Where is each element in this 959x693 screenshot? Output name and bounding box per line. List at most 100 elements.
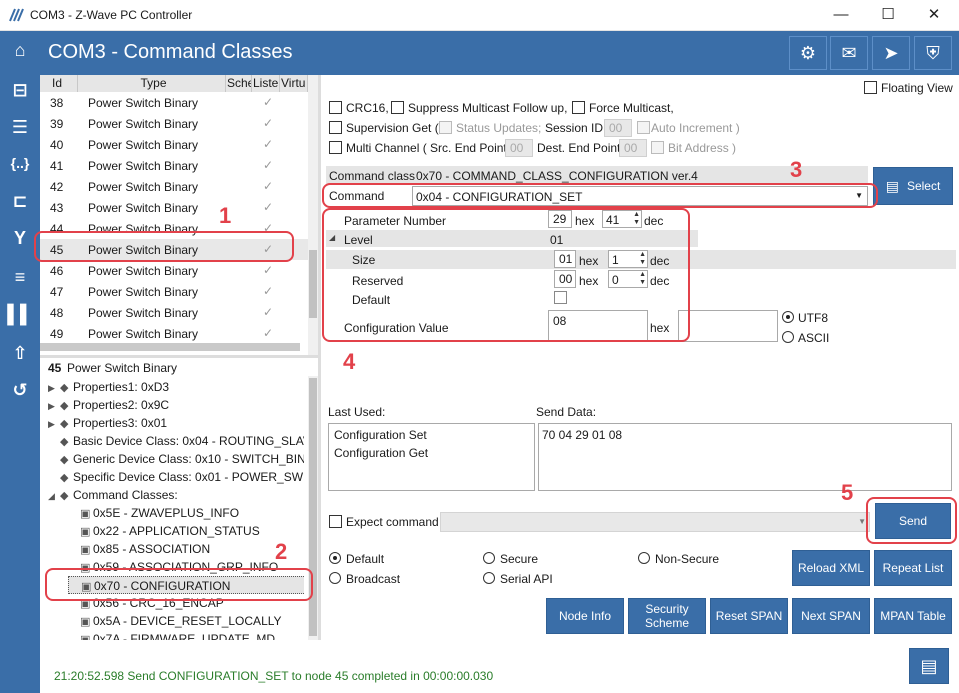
config-value-text-input[interactable] — [678, 310, 778, 342]
shield-icon[interactable]: ⛨ — [914, 36, 952, 70]
page-header: COM3 - Command Classes ⚙ ✉ ➤ ⛨ — [40, 31, 959, 75]
expect-command-checkbox[interactable] — [329, 515, 342, 528]
upload-icon[interactable]: ⇧ — [4, 337, 36, 369]
command-class-label: Command class — [329, 169, 416, 183]
row-type: Power Switch Binary — [88, 159, 199, 173]
expand-arrow-icon[interactable]: ◢ — [48, 487, 60, 504]
history-icon[interactable]: ↺ — [4, 374, 36, 406]
crc16-checkbox[interactable] — [329, 101, 342, 114]
utf8-radio[interactable] — [782, 311, 794, 323]
supervision-get-checkbox[interactable] — [329, 121, 342, 134]
tree-icon[interactable]: ⊏ — [4, 185, 36, 217]
expand-arrow-icon[interactable]: ▶ — [48, 379, 60, 396]
suppress-multicast-checkbox[interactable] — [391, 101, 404, 114]
tree-item[interactable]: ▶ ◆ Properties2: 0x9C — [48, 396, 304, 414]
horizontal-scrollbar[interactable] — [40, 343, 300, 351]
ascii-label: ASCII — [798, 331, 830, 345]
next-span-button[interactable]: Next SPAN — [792, 598, 870, 634]
row-type: Power Switch Binary — [88, 327, 199, 341]
branch-icon[interactable]: Y — [4, 222, 36, 254]
src-endpoint-input[interactable]: 00 — [505, 139, 533, 157]
session-id-input[interactable]: 00 — [604, 119, 632, 137]
command-class-item[interactable]: ▣ 0x7A - FIRMWARE_UPDATE_MD — [68, 630, 304, 640]
mpan-table-button[interactable]: MPAN Table — [874, 598, 952, 634]
table-row[interactable]: 39 Power Switch Binary ✓ — [40, 113, 308, 134]
node-info-button[interactable]: Node Info — [546, 598, 624, 634]
chart-icon[interactable]: ▌▌ — [4, 298, 36, 330]
mail-icon[interactable]: ✉ — [830, 36, 868, 70]
vertical-splitter[interactable] — [318, 75, 321, 640]
default-radio[interactable] — [329, 552, 341, 564]
checklist-icon[interactable]: ☰ — [4, 111, 36, 143]
row-type: Power Switch Binary — [88, 117, 199, 131]
router-icon[interactable]: ⊟ — [4, 74, 36, 106]
bit-address-checkbox[interactable] — [651, 141, 664, 154]
security-scheme-button[interactable]: Security Scheme — [628, 598, 706, 634]
tree-item[interactable]: ▶ ◆ Properties3: 0x01 — [48, 414, 304, 432]
tree-item[interactable]: ◆ Basic Device Class: 0x04 - ROUTING_SLAV… — [48, 432, 304, 450]
status-text: 21:20:52.598 Send CONFIGURATION_SET to n… — [54, 669, 494, 683]
tree-item[interactable]: ◢ ◆ Command Classes: — [48, 486, 304, 504]
table-row[interactable]: 49 Power Switch Binary ✓ — [40, 323, 308, 344]
force-multicast-checkbox[interactable] — [572, 101, 585, 114]
row-type: Power Switch Binary — [88, 96, 199, 110]
multi-channel-checkbox[interactable] — [329, 141, 342, 154]
table-row[interactable]: 38 Power Switch Binary ✓ — [40, 92, 308, 113]
tree-item[interactable]: ◆ Generic Device Class: 0x10 - SWITCH_BIN… — [48, 450, 304, 468]
expand-arrow-icon[interactable]: ▶ — [48, 415, 60, 432]
last-used-list[interactable]: Configuration Set Configuration Get — [328, 423, 535, 491]
node-table-scrollbar[interactable] — [308, 75, 318, 355]
log-icon[interactable]: ▤ — [909, 648, 949, 684]
list-item[interactable]: Configuration Get — [334, 446, 428, 460]
command-class-item[interactable]: ▣ 0x22 - APPLICATION_STATUS — [68, 522, 304, 540]
braces-icon[interactable]: {..} — [4, 147, 36, 179]
command-class-item[interactable]: ▣ 0x5E - ZWAVEPLUS_INFO — [68, 504, 304, 522]
command-class-item[interactable]: ▣ 0x85 - ASSOCIATION — [68, 540, 304, 558]
command-class-item[interactable]: ▣ 0x5A - DEVICE_RESET_LOCALLY — [68, 612, 304, 630]
table-row[interactable]: 43 Power Switch Binary ✓ — [40, 197, 308, 218]
table-row[interactable]: 40 Power Switch Binary ✓ — [40, 134, 308, 155]
status-updates-checkbox[interactable] — [439, 121, 452, 134]
table-row[interactable]: 47 Power Switch Binary ✓ — [40, 281, 308, 302]
table-row[interactable]: 41 Power Switch Binary ✓ — [40, 155, 308, 176]
gear-icon[interactable]: ⚙ — [789, 36, 827, 70]
table-row[interactable]: 48 Power Switch Binary ✓ — [40, 302, 308, 323]
dest-endpoint-input[interactable]: 00 — [619, 139, 647, 157]
repeat-list-button[interactable]: Repeat List — [874, 550, 952, 586]
non-secure-radio[interactable] — [638, 552, 650, 564]
scroll-thumb[interactable] — [309, 250, 317, 318]
select-button[interactable]: ▤ Select — [873, 167, 953, 205]
row-type: Power Switch Binary — [88, 306, 199, 320]
secure-radio[interactable] — [483, 552, 495, 564]
crc16-label: CRC16, — [346, 101, 389, 115]
tag-icon: ◆ — [60, 490, 69, 502]
broadcast-radio[interactable] — [329, 572, 341, 584]
column-virtual[interactable]: Virtu — [280, 75, 308, 92]
tree-item[interactable]: ▶ ◆ Properties1: 0xD3 — [48, 378, 304, 396]
home-icon[interactable]: ⌂ — [4, 34, 36, 66]
auto-increment-checkbox[interactable] — [637, 121, 650, 134]
column-id[interactable]: Id — [40, 75, 78, 92]
expect-command-select[interactable]: ▼ — [440, 512, 870, 532]
reset-span-button[interactable]: Reset SPAN — [710, 598, 788, 634]
send-icon[interactable]: ➤ — [872, 36, 910, 70]
row-id: 47 — [50, 285, 64, 299]
minimize-button[interactable]: — — [818, 0, 864, 31]
send-data-input[interactable]: 70 04 29 01 08 — [538, 423, 952, 491]
table-row[interactable]: 42 Power Switch Binary ✓ — [40, 176, 308, 197]
ascii-radio[interactable] — [782, 331, 794, 343]
check-icon: ✓ — [263, 116, 274, 130]
maximize-button[interactable]: ☐ — [865, 0, 911, 31]
column-type[interactable]: Type — [78, 75, 226, 92]
reload-xml-button[interactable]: Reload XML — [792, 550, 870, 586]
column-schema[interactable]: Sche — [226, 75, 252, 92]
column-listening[interactable]: Liste — [252, 75, 280, 92]
close-button[interactable]: ✕ — [911, 0, 957, 31]
table-row[interactable]: 46 Power Switch Binary ✓ — [40, 260, 308, 281]
serial-api-radio[interactable] — [483, 572, 495, 584]
list-icon[interactable]: ≡ — [4, 261, 36, 293]
tree-item[interactable]: ◆ Specific Device Class: 0x01 - POWER_SWI… — [48, 468, 304, 486]
list-item[interactable]: Configuration Set — [334, 428, 427, 442]
tree-scrollbar[interactable] — [308, 376, 318, 640]
expand-arrow-icon[interactable]: ▶ — [48, 397, 60, 414]
